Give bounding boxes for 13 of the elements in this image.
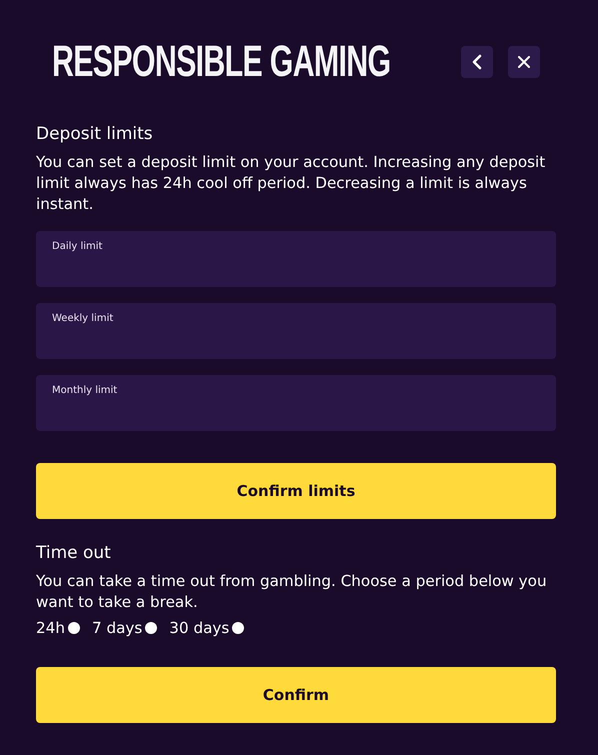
- input-field[interactable]: Monthly limit: [36, 375, 556, 431]
- option-label: 7 days: [92, 619, 142, 637]
- confirm-button[interactable]: Confirm: [36, 667, 556, 723]
- option-label: 24h: [36, 619, 65, 637]
- section-description: You can set a deposit limit on your account. Increasing any deposit limit always has 24h cool off period. Decreasing a limit is always instant.: [36, 152, 546, 215]
- page-title: RESPONSIBLE GAMING: [52, 37, 390, 87]
- input-field[interactable]: Daily limit: [36, 231, 556, 287]
- section-heading: Time out: [36, 543, 112, 563]
- option-label: 30 days: [169, 619, 230, 637]
- input-field[interactable]: Weekly limit: [36, 303, 556, 359]
- section-heading: Deposit limits: [36, 124, 154, 144]
- confirm-limits-button[interactable]: Confirm limits: [36, 463, 556, 519]
- section-description: You can take a time out from gambling. Choose a period below you want to take a break.: [36, 571, 548, 613]
